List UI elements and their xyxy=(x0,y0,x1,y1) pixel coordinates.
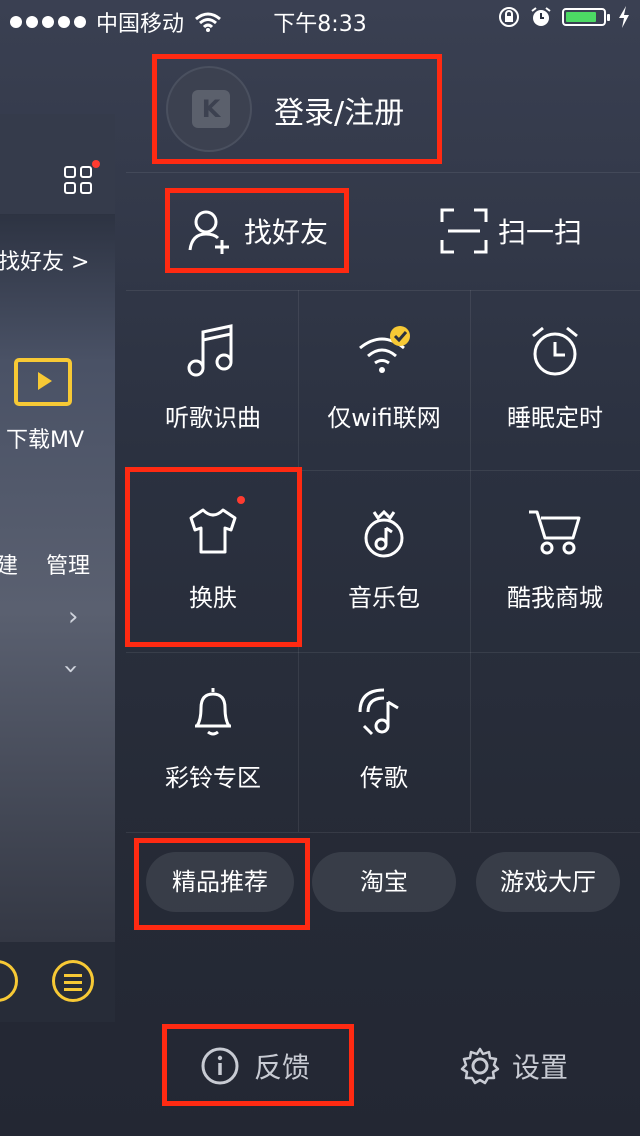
music-note-icon xyxy=(183,322,243,382)
transfer-song-label: 传歌 xyxy=(360,764,408,792)
orientation-lock-icon xyxy=(499,7,519,27)
status-bar: 中国移动 下午8:33 xyxy=(0,0,640,40)
chevron-down-icon[interactable]: › xyxy=(56,664,86,674)
settings-button[interactable]: 设置 xyxy=(460,1036,568,1096)
cart-icon xyxy=(525,502,585,562)
wifi-only-button[interactable]: 仅wifi联网 xyxy=(299,322,469,433)
feedback-label: 反馈 xyxy=(254,1051,311,1084)
avatar: K xyxy=(166,66,252,152)
divider xyxy=(126,832,640,833)
login-register-label: 登录/注册 xyxy=(274,96,405,131)
sleep-timer-button[interactable]: 睡眠定时 xyxy=(470,322,640,433)
scan-icon xyxy=(440,208,488,254)
ringtone-zone-button[interactable]: 彩铃专区 xyxy=(128,682,298,793)
divider xyxy=(126,172,640,173)
taobao-button[interactable]: 淘宝 xyxy=(312,852,456,912)
wifi-only-label: 仅wifi联网 xyxy=(327,404,441,432)
gear-icon xyxy=(460,1047,500,1085)
change-skin-button[interactable]: 换肤 xyxy=(128,496,298,613)
apps-grid-icon[interactable] xyxy=(64,160,100,198)
status-right xyxy=(498,6,630,28)
playlist-button[interactable] xyxy=(52,960,94,1002)
divider xyxy=(126,652,640,653)
transfer-song-button[interactable]: 传歌 xyxy=(299,682,469,793)
tshirt-icon xyxy=(183,496,245,562)
kuwo-logo-icon: K xyxy=(192,90,230,128)
scan-button[interactable]: 扫一扫 xyxy=(440,192,600,270)
chevron-right-icon[interactable]: › xyxy=(68,602,78,632)
alarm-icon xyxy=(531,7,551,26)
info-icon xyxy=(201,1047,239,1085)
notification-dot xyxy=(92,160,100,168)
sleep-timer-label: 睡眠定时 xyxy=(507,404,603,432)
charging-icon xyxy=(619,6,629,28)
feedback-button[interactable]: 反馈 xyxy=(200,1036,310,1096)
divider xyxy=(126,470,640,471)
find-friends-label: 找好友 xyxy=(244,216,329,249)
bell-icon xyxy=(183,682,243,742)
find-friends-button[interactable]: 找好友 xyxy=(170,192,346,270)
music-package-label: 音乐包 xyxy=(348,584,420,612)
divider xyxy=(126,290,640,291)
find-friends-link[interactable]: 找好友 > xyxy=(0,244,89,276)
new-playlist-label[interactable]: 建 xyxy=(0,548,18,580)
music-package-button[interactable]: 音乐包 xyxy=(299,502,469,613)
battery-icon xyxy=(562,8,610,26)
music-bag-icon xyxy=(354,502,414,562)
song-recognition-label: 听歌识曲 xyxy=(165,404,261,432)
wifi-check-icon xyxy=(354,322,414,382)
new-badge-dot xyxy=(237,496,245,504)
scan-label: 扫一扫 xyxy=(498,216,583,249)
login-register-button[interactable]: K 登录/注册 xyxy=(160,60,440,158)
ringtone-zone-label: 彩铃专区 xyxy=(165,764,261,792)
song-recognition-button[interactable]: 听歌识曲 xyxy=(128,322,298,433)
kuwo-store-button[interactable]: 酷我商城 xyxy=(470,502,640,613)
alarm-clock-icon xyxy=(525,322,585,382)
share-song-icon xyxy=(354,682,414,742)
download-mv-label[interactable]: 下载MV xyxy=(6,422,84,454)
main-panel-peek[interactable]: 找好友 > 下载MV 建 管理 › › xyxy=(0,114,115,942)
kuwo-store-label: 酷我商城 xyxy=(507,584,603,612)
change-skin-label: 换肤 xyxy=(189,584,237,612)
settings-label: 设置 xyxy=(512,1051,569,1084)
video-icon xyxy=(14,358,72,406)
add-friend-icon xyxy=(188,210,229,254)
game-hall-button[interactable]: 游戏大厅 xyxy=(476,852,620,912)
featured-recommend-button[interactable]: 精品推荐 xyxy=(146,852,294,912)
manage-label[interactable]: 管理 xyxy=(46,548,90,580)
